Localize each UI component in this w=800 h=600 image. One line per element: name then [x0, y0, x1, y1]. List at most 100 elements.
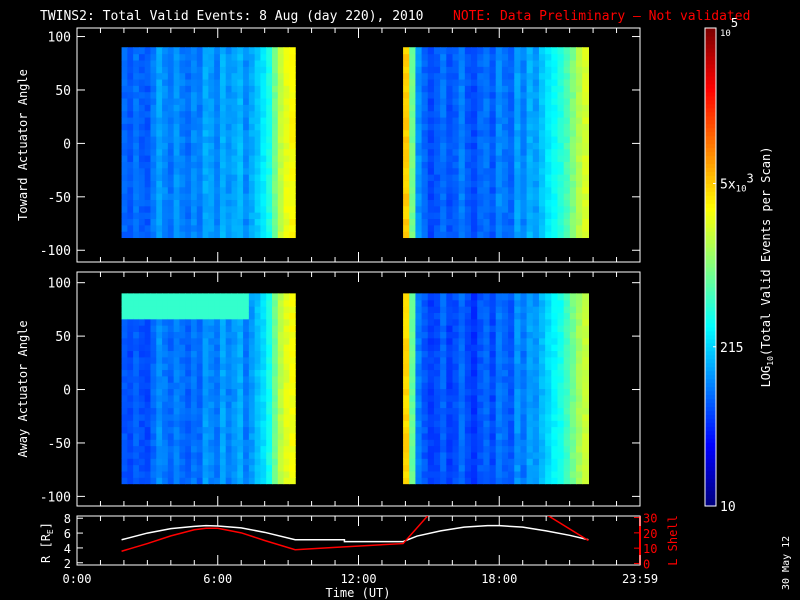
heatmap-cell: [150, 470, 157, 478]
heatmap-cell: [121, 413, 128, 421]
heatmap-cell: [458, 72, 466, 80]
colorbar-cell: [705, 334, 716, 340]
heatmap-cell: [415, 369, 423, 377]
heatmap-cell: [162, 218, 169, 226]
heatmap-cell: [156, 129, 163, 137]
heatmap-cell: [167, 59, 175, 67]
heatmap-cell: [415, 337, 423, 345]
heatmap-cell: [248, 363, 256, 371]
heatmap-cell: [127, 212, 134, 220]
heatmap-cell: [208, 104, 215, 112]
heatmap-cell: [266, 97, 273, 105]
heatmap-cell: [415, 110, 423, 118]
heatmap-cell: [266, 318, 273, 326]
heatmap-cell: [569, 148, 577, 156]
heatmap-cell: [421, 180, 429, 188]
heatmap-cell: [471, 432, 478, 440]
heatmap-cell: [185, 439, 192, 447]
heatmap-cell: [162, 356, 169, 364]
heatmap-cell: [162, 325, 169, 333]
heatmap-cell: [266, 375, 273, 383]
heatmap-cell: [538, 350, 546, 358]
heatmap-cell: [243, 231, 250, 239]
heatmap-cell: [551, 331, 559, 339]
colorbar-cell: [705, 282, 716, 288]
heatmap-cell: [167, 110, 175, 118]
heatmap-cell: [167, 174, 175, 181]
heatmap-cell: [283, 66, 290, 74]
heatmap-cell: [532, 129, 540, 137]
heatmap-cell: [526, 110, 534, 118]
heatmap-cell: [446, 293, 454, 301]
series-line-l: [121, 516, 429, 552]
heatmap-cell: [225, 66, 233, 74]
heatmap-cell: [563, 193, 571, 200]
heatmap-cell: [156, 325, 163, 333]
heatmap-cell: [289, 464, 296, 472]
heatmap-cell: [452, 318, 460, 326]
heatmap-cell: [121, 458, 128, 466]
heatmap-cell: [508, 78, 515, 86]
heatmap-cell: [458, 110, 466, 118]
heatmap-cell: [495, 451, 503, 459]
heatmap-cell: [202, 312, 209, 320]
heatmap-cell: [156, 299, 163, 307]
heatmap-cell: [225, 193, 233, 200]
heatmap-cell: [582, 464, 589, 472]
heatmap-cell: [452, 325, 460, 333]
heatmap-cell: [582, 161, 589, 169]
heatmap-cell: [162, 97, 169, 105]
heatmap-cell: [167, 78, 175, 86]
heatmap-cell: [191, 85, 198, 93]
heatmap-cell: [202, 148, 209, 156]
heatmap-cell: [138, 312, 146, 320]
heatmap-cell: [219, 123, 227, 131]
heatmap-cell: [427, 224, 435, 232]
heatmap-cell: [471, 85, 478, 93]
heatmap-cell: [173, 123, 181, 131]
heatmap-cell: [185, 369, 192, 377]
heatmap-cell: [440, 205, 447, 213]
heatmap-cell: [421, 420, 429, 428]
heatmap-cell: [179, 451, 186, 459]
y-tick-label: -50: [48, 191, 71, 206]
heatmap-cell: [440, 174, 447, 181]
heatmap-cell: [520, 212, 528, 220]
heatmap-cell: [231, 369, 238, 377]
heatmap-cell: [403, 363, 410, 371]
heatmap-cell: [563, 161, 571, 169]
colorbar-cell: [705, 318, 716, 324]
heatmap-cell: [471, 394, 478, 402]
heatmap-cell: [185, 123, 192, 131]
heatmap-cell: [421, 363, 429, 371]
heatmap-cell: [446, 161, 454, 169]
heatmap-cell: [260, 167, 267, 175]
heatmap-cell: [526, 66, 534, 74]
heatmap-cell: [557, 161, 565, 169]
heatmap-cell: [415, 53, 423, 61]
heatmap-cell: [173, 401, 181, 409]
heatmap-cell: [483, 174, 491, 181]
heatmap-cell: [514, 432, 522, 440]
heatmap-cell: [283, 293, 290, 301]
heatmap-cell: [495, 382, 503, 390]
heatmap-cell: [179, 110, 186, 118]
heatmap-cell: [458, 299, 466, 307]
heatmap-cell: [214, 180, 221, 188]
heatmap-cell: [272, 72, 279, 80]
heatmap-cell: [173, 110, 181, 118]
heatmap-cell: [202, 470, 209, 478]
heatmap-cell: [576, 53, 583, 61]
heatmap-cell: [138, 388, 146, 396]
colorbar-cell: [705, 127, 716, 133]
heatmap-cell: [266, 293, 273, 301]
heatmap-cell: [121, 344, 128, 352]
heatmap-cell: [156, 78, 163, 86]
heatmap-cell: [191, 231, 198, 239]
heatmap-cell: [289, 369, 296, 377]
heatmap-cell: [138, 186, 146, 194]
heatmap-cell: [471, 135, 478, 143]
heatmap-cell: [538, 199, 546, 207]
heatmap-cell: [464, 445, 472, 453]
heatmap-cell: [243, 477, 250, 485]
